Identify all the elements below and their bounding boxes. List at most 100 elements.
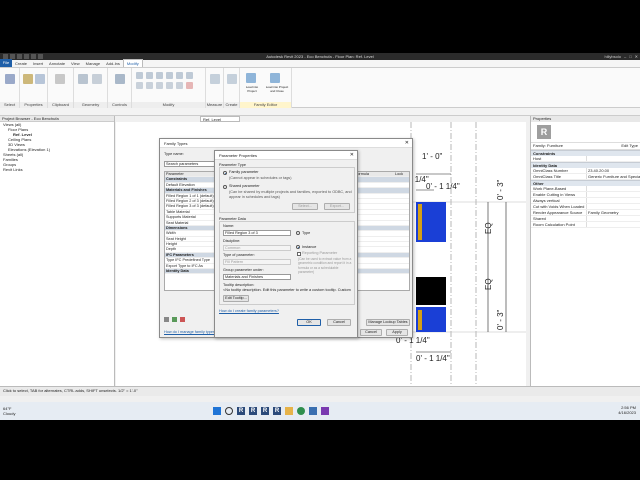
shared-parameter-label[interactable]: Shared parameter: [229, 184, 260, 188]
type-radio[interactable]: [296, 231, 300, 235]
tab-modify[interactable]: Modify: [122, 59, 143, 67]
maximize-icon[interactable]: □: [629, 54, 631, 59]
delete-parameter-icon[interactable]: [180, 317, 185, 322]
filled-region-black[interactable]: [416, 277, 446, 305]
close-icon[interactable]: ✕: [635, 54, 638, 59]
move-icon[interactable]: [166, 72, 173, 79]
filled-region-yellow[interactable]: [418, 204, 422, 240]
param-cancel-button[interactable]: Cancel: [327, 319, 351, 326]
join-geometry-icon[interactable]: [92, 74, 102, 84]
load-into-project-icon[interactable]: [246, 73, 256, 83]
revit-icon[interactable]: R: [273, 407, 281, 415]
load-into-project-label[interactable]: Load into Project: [241, 85, 263, 93]
manage-lookup-tables-button[interactable]: Manage Lookup Tables: [366, 319, 410, 326]
property-value[interactable]: [586, 156, 640, 161]
tab-manage[interactable]: Manage: [83, 60, 103, 67]
clock[interactable]: 2:56 PM 4/16/2023: [618, 405, 636, 415]
tab-view[interactable]: View: [68, 60, 83, 67]
type-of-parameter-select[interactable]: Fill Pattern: [223, 259, 291, 265]
dimension-label[interactable]: 0' - 1 1/4": [426, 182, 460, 191]
browser-icon[interactable]: [297, 407, 305, 415]
group-parameter-under-select[interactable]: Materials and Finishes: [223, 274, 291, 280]
property-value[interactable]: [586, 192, 640, 197]
revit-icon[interactable]: R: [237, 407, 245, 415]
reporting-parameter-label[interactable]: Reporting Parameter: [302, 251, 337, 255]
properties-row[interactable]: Room Calculation Point: [531, 222, 640, 228]
instance-radio-label[interactable]: Instance: [302, 245, 316, 249]
cut-geometry-icon[interactable]: [78, 74, 88, 84]
trim-icon[interactable]: [136, 82, 143, 89]
property-value[interactable]: Generic Furniture and Specialty...: [586, 174, 640, 179]
measure-icon[interactable]: [210, 74, 220, 84]
export-button[interactable]: Export...: [324, 203, 350, 210]
properties-icon[interactable]: [23, 74, 33, 84]
search-icon[interactable]: [225, 407, 233, 415]
property-value[interactable]: [586, 186, 640, 191]
select-button[interactable]: Select...: [292, 203, 318, 210]
property-value[interactable]: 23.40.20.00: [586, 168, 640, 173]
type-selector[interactable]: Family: Furniture: [533, 143, 563, 149]
view-scale[interactable]: 1/2" = 1'-0": [118, 388, 138, 393]
app-icon[interactable]: [309, 407, 317, 415]
edit-type-button[interactable]: Edit Type: [621, 143, 638, 149]
rotate-icon[interactable]: [186, 72, 193, 79]
create-family-parameters-help-link[interactable]: How do I create family parameters?: [219, 309, 279, 313]
modify-arrow-icon[interactable]: [5, 74, 15, 84]
browser-item[interactable]: Revit Links: [0, 167, 114, 172]
cancel-button[interactable]: Cancel: [360, 329, 382, 336]
type-radio-label[interactable]: Type: [302, 231, 310, 235]
property-value[interactable]: [586, 198, 640, 203]
app-icon[interactable]: [321, 407, 329, 415]
name-input[interactable]: Filled Region 3 of 3: [223, 230, 291, 236]
create-icon[interactable]: [227, 74, 237, 84]
weather-widget[interactable]: 64°F Cloudy: [3, 406, 43, 416]
edit-tooltip-button[interactable]: Edit Tooltip...: [223, 295, 249, 302]
load-into-project-close-icon[interactable]: [270, 73, 280, 83]
new-parameter-icon[interactable]: [172, 317, 177, 322]
family-types-icon[interactable]: [35, 74, 45, 84]
tab-file[interactable]: File: [0, 59, 12, 67]
mirror-icon[interactable]: [156, 72, 163, 79]
family-parameter-label[interactable]: Family parameter: [229, 170, 259, 174]
tab-add-ins[interactable]: Add-Ins: [103, 60, 123, 67]
delete-icon[interactable]: [186, 82, 193, 89]
split-icon[interactable]: [146, 82, 153, 89]
windows-start-icon[interactable]: [213, 407, 221, 415]
param-ok-button[interactable]: OK: [297, 319, 321, 326]
property-value[interactable]: Family Geometry: [586, 210, 640, 215]
close-icon[interactable]: ✕: [405, 139, 409, 148]
dimension-label[interactable]: 0' - 3": [496, 310, 505, 330]
file-explorer-icon[interactable]: [285, 407, 293, 415]
tab-create[interactable]: Create: [12, 60, 30, 67]
dimension-label[interactable]: 0' - 1 1/4": [416, 354, 450, 363]
reporting-parameter-checkbox[interactable]: [297, 252, 301, 256]
pin-icon[interactable]: [176, 82, 183, 89]
dimension-label[interactable]: EQ: [484, 278, 493, 290]
align-icon[interactable]: [136, 72, 143, 79]
copy-icon[interactable]: [176, 72, 183, 79]
apply-button[interactable]: Apply: [386, 329, 408, 336]
discipline-select[interactable]: Common: [223, 245, 291, 251]
dimension-label[interactable]: 1' - 0": [422, 152, 442, 161]
instance-radio[interactable]: [296, 245, 300, 249]
property-value[interactable]: [586, 216, 640, 221]
dimension-label[interactable]: EQ: [484, 222, 493, 234]
load-into-project-close-label[interactable]: Load into Project and Close: [264, 85, 290, 93]
manage-family-types-help-link[interactable]: How do I manage family types?: [164, 330, 217, 334]
family-parameter-radio[interactable]: [223, 171, 227, 175]
filled-region-yellow[interactable]: [418, 310, 422, 330]
dimension-label[interactable]: 0' - 3": [496, 180, 505, 200]
control-icon[interactable]: [115, 74, 125, 84]
minimize-icon[interactable]: –: [624, 54, 626, 59]
tab-annotate[interactable]: Annotate: [46, 60, 68, 67]
tab-insert[interactable]: Insert: [30, 60, 46, 67]
property-value[interactable]: [586, 204, 640, 209]
revit-icon[interactable]: R: [261, 407, 269, 415]
close-icon[interactable]: ✕: [350, 151, 354, 160]
user-name[interactable]: hillybsolo: [605, 54, 621, 59]
paste-icon[interactable]: [55, 74, 65, 84]
scale-icon[interactable]: [166, 82, 173, 89]
shared-parameter-radio[interactable]: [223, 185, 227, 189]
offset-icon[interactable]: [146, 72, 153, 79]
edit-parameter-icon[interactable]: [164, 317, 169, 322]
